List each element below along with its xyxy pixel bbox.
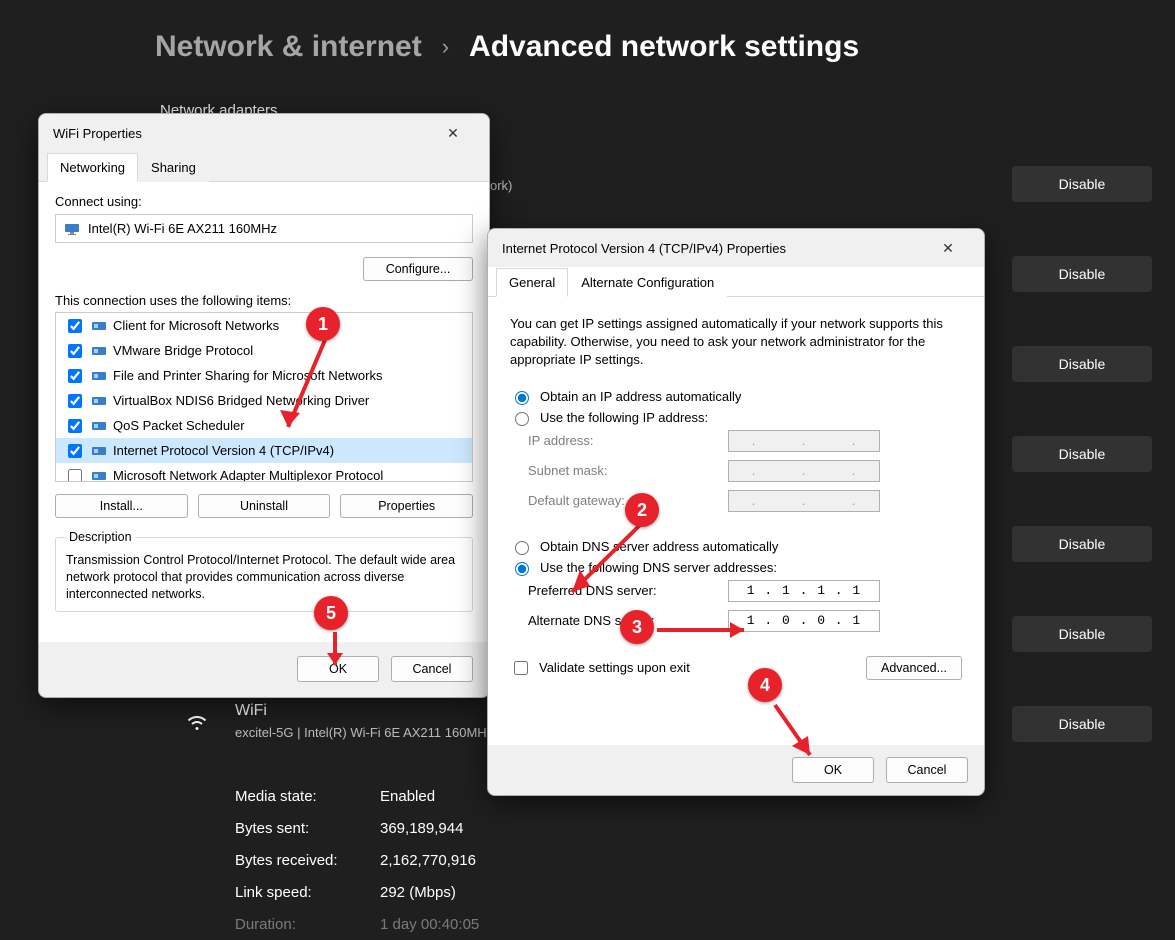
description-legend: Description	[66, 530, 135, 544]
callout-1: 1	[306, 307, 340, 341]
protocol-icon	[91, 344, 107, 358]
items-label: This connection uses the following items…	[55, 293, 473, 308]
list-item[interactable]: Microsoft Network Adapter Multiplexor Pr…	[56, 463, 472, 482]
cancel-button[interactable]: Cancel	[886, 757, 968, 783]
list-item[interactable]: VMware Bridge Protocol	[56, 338, 472, 363]
list-item[interactable]: Internet Protocol Version 4 (TCP/IPv4)	[56, 438, 472, 463]
stat-row: Bytes received:2,162,770,916	[235, 844, 479, 876]
tab-networking[interactable]: Networking	[47, 153, 138, 182]
list-item-label: Internet Protocol Version 4 (TCP/IPv4)	[113, 443, 334, 458]
adapter-name: Intel(R) Wi-Fi 6E AX211 160MHz	[88, 221, 277, 236]
breadcrumb: Network & internet › Advanced network se…	[155, 30, 859, 64]
checkbox-input[interactable]	[68, 419, 82, 433]
checkbox-input[interactable]	[68, 319, 82, 333]
network-adapter-icon	[64, 222, 80, 236]
uninstall-button[interactable]: Uninstall	[198, 494, 331, 518]
tab-sharing[interactable]: Sharing	[138, 153, 209, 182]
stat-row: Bytes sent:369,189,944	[235, 812, 479, 844]
adapter-subtitle: excitel-5G | Intel(R) Wi-Fi 6E AX211 160…	[235, 725, 493, 740]
disable-button[interactable]: Disable	[1012, 346, 1152, 382]
annotation-arrow	[560, 520, 660, 610]
close-icon[interactable]: ✕	[926, 233, 970, 263]
callout-2: 2	[625, 493, 659, 527]
dialog-title: WiFi Properties	[53, 126, 142, 141]
list-item[interactable]: VirtualBox NDIS6 Bridged Networking Driv…	[56, 388, 472, 413]
annotation-arrow	[320, 627, 350, 677]
radio-input[interactable]	[515, 562, 529, 576]
checkbox-input[interactable]	[68, 369, 82, 383]
protocol-icon	[91, 444, 107, 458]
gateway-input: ...	[728, 490, 880, 512]
preferred-dns-input[interactable]: 1 . 1 . 1 . 1	[728, 580, 880, 602]
callout-5: 5	[314, 596, 348, 630]
connect-using-label: Connect using:	[55, 194, 473, 209]
protocol-icon	[91, 419, 107, 433]
annotation-arrow	[770, 700, 830, 770]
chevron-right-icon: ›	[442, 34, 449, 60]
subnet-input: ...	[728, 460, 880, 482]
checkbox-input[interactable]	[514, 661, 528, 675]
disable-button[interactable]: Disable	[1012, 706, 1152, 742]
list-item-label: Microsoft Network Adapter Multiplexor Pr…	[113, 468, 383, 482]
stat-row: Link speed:292 (Mbps)	[235, 876, 479, 908]
stat-row: Duration:1 day 00:40:05	[235, 908, 479, 940]
tab-bar: General Alternate Configuration	[488, 267, 984, 297]
adapter-stats: Media state:Enabled Bytes sent:369,189,9…	[235, 780, 479, 940]
checkbox-input[interactable]	[68, 394, 82, 408]
install-button[interactable]: Install...	[55, 494, 188, 518]
protocol-icon	[91, 369, 107, 383]
protocol-icon	[91, 394, 107, 408]
description-text: Transmission Control Protocol/Internet P…	[66, 552, 462, 603]
wifi-properties-dialog: WiFi Properties ✕ Networking Sharing Con…	[38, 113, 490, 698]
properties-button[interactable]: Properties	[340, 494, 473, 518]
list-item[interactable]: Client for Microsoft Networks	[56, 313, 472, 338]
callout-4: 4	[748, 668, 782, 702]
dialog-titlebar[interactable]: WiFi Properties ✕	[39, 114, 489, 152]
dialog-titlebar[interactable]: Internet Protocol Version 4 (TCP/IPv4) P…	[488, 229, 984, 267]
list-item-label: QoS Packet Scheduler	[113, 418, 245, 433]
adapter-field[interactable]: Intel(R) Wi-Fi 6E AX211 160MHz	[55, 214, 473, 243]
checkbox-input[interactable]	[68, 444, 82, 458]
list-item[interactable]: QoS Packet Scheduler	[56, 413, 472, 438]
disable-button[interactable]: Disable	[1012, 616, 1152, 652]
radio-auto-ip[interactable]: Obtain an IP address automatically	[510, 388, 962, 405]
adapter-title: WiFi	[235, 702, 267, 720]
annotation-arrow	[270, 335, 350, 445]
intro-text: You can get IP settings assigned automat…	[510, 315, 962, 370]
dialog-title: Internet Protocol Version 4 (TCP/IPv4) P…	[502, 241, 786, 256]
validate-checkbox[interactable]: Validate settings upon exit	[510, 658, 690, 678]
disable-button[interactable]: Disable	[1012, 256, 1152, 292]
list-item-label: VMware Bridge Protocol	[113, 343, 253, 358]
disable-button[interactable]: Disable	[1012, 166, 1152, 202]
radio-input[interactable]	[515, 412, 529, 426]
close-icon[interactable]: ✕	[431, 118, 475, 148]
wifi-icon	[185, 710, 209, 734]
configure-button[interactable]: Configure...	[363, 257, 473, 281]
callout-3: 3	[620, 610, 654, 644]
protocol-icon	[91, 319, 107, 333]
tab-alternate[interactable]: Alternate Configuration	[568, 268, 727, 297]
ip-address-input: ...	[728, 430, 880, 452]
cancel-button[interactable]: Cancel	[391, 656, 473, 682]
breadcrumb-current: Advanced network settings	[469, 30, 859, 64]
advanced-button[interactable]: Advanced...	[866, 656, 962, 680]
protocol-icon	[91, 469, 107, 483]
checkbox-input[interactable]	[68, 344, 82, 358]
ipv4-properties-dialog: Internet Protocol Version 4 (TCP/IPv4) P…	[487, 228, 985, 796]
breadcrumb-parent[interactable]: Network & internet	[155, 30, 422, 64]
connection-items-list[interactable]: Client for Microsoft Networks VMware Brid…	[55, 312, 473, 482]
radio-input[interactable]	[515, 541, 529, 555]
list-item-label: Client for Microsoft Networks	[113, 318, 279, 333]
disable-button[interactable]: Disable	[1012, 526, 1152, 562]
radio-input[interactable]	[515, 391, 529, 405]
stat-row: Media state:Enabled	[235, 780, 479, 812]
checkbox-input[interactable]	[68, 469, 82, 483]
tab-general[interactable]: General	[496, 268, 568, 297]
list-item[interactable]: File and Printer Sharing for Microsoft N…	[56, 363, 472, 388]
radio-manual-ip[interactable]: Use the following IP address:	[510, 409, 962, 426]
tab-bar: Networking Sharing	[39, 152, 489, 182]
annotation-arrow	[652, 620, 762, 640]
disable-button[interactable]: Disable	[1012, 436, 1152, 472]
